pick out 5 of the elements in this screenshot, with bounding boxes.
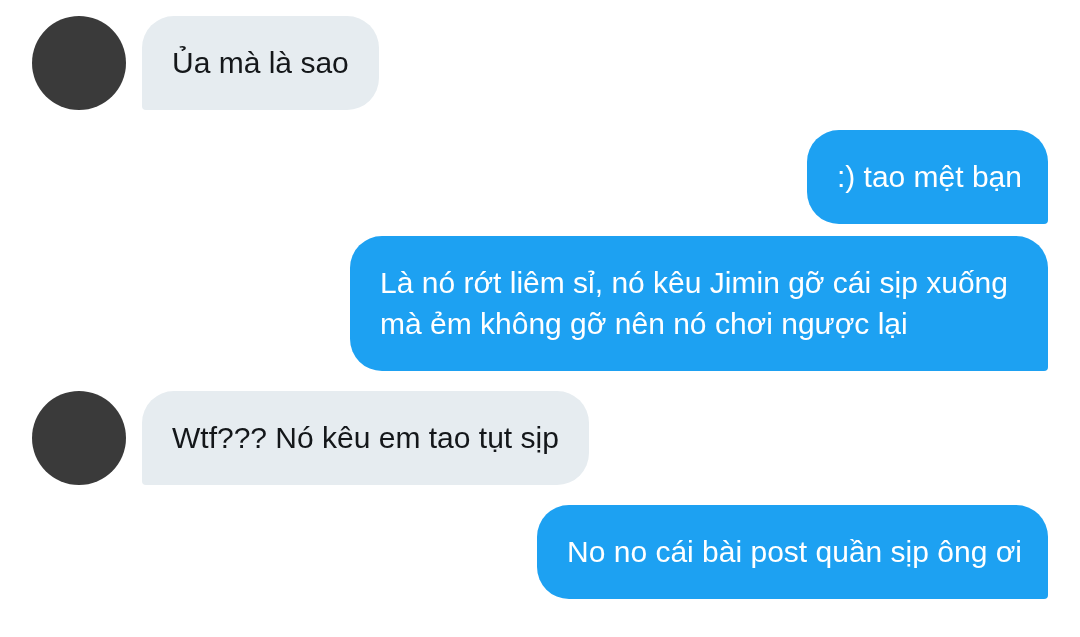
sent-message: No no cái bài post quần sịp ông ơi — [537, 505, 1048, 599]
sent-message: :) tao mệt bạn — [806, 130, 1048, 224]
received-message: Ủa mà là sao — [142, 16, 379, 110]
sent-message: Là nó rớt liêm sỉ, nó kêu Jimin gỡ cái sịp xuống mà ẻm không gỡ nên nó chơi ngược lại — [350, 236, 1048, 371]
received-message: Wtf??? Nó kêu em tao tụt sịp — [142, 391, 589, 485]
